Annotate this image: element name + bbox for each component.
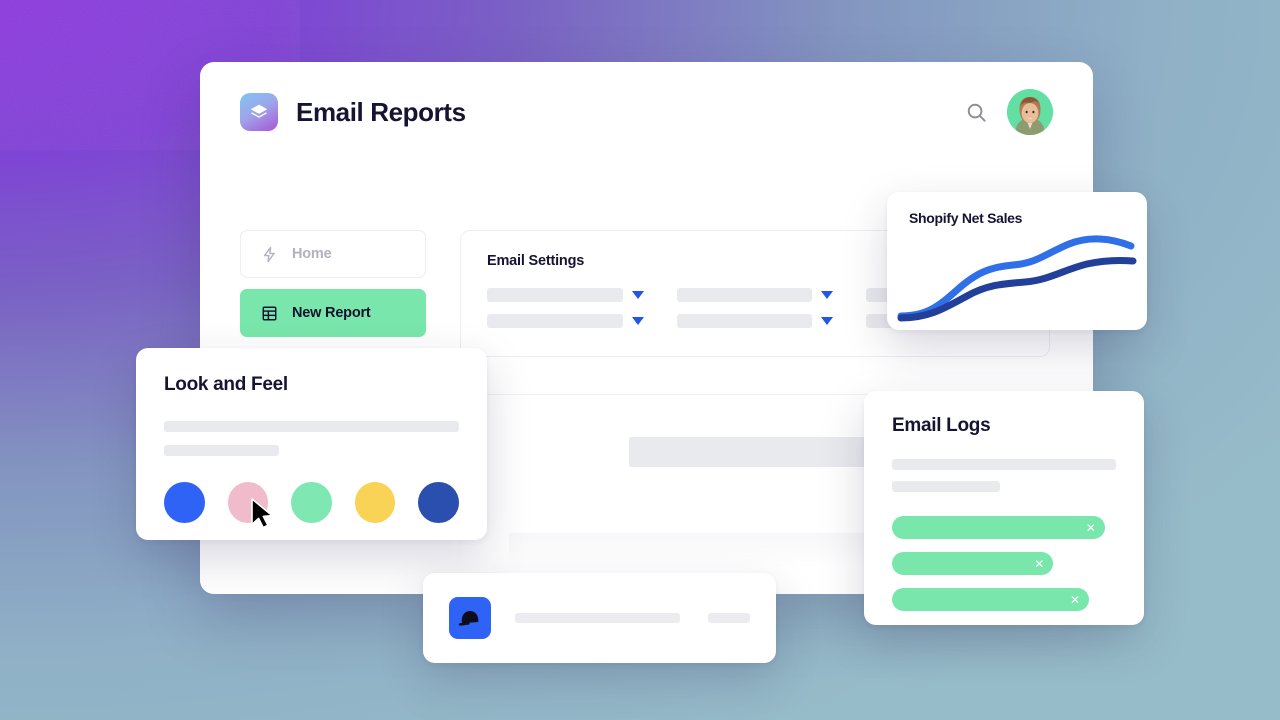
close-icon[interactable]: ✕ <box>1070 594 1080 606</box>
log-entry-row[interactable]: ✕ <box>892 552 1054 575</box>
search-icon[interactable] <box>963 99 989 125</box>
sparkline-svg <box>897 235 1137 322</box>
stacked-layers-icon <box>250 104 268 118</box>
sidebar-item-label: Home <box>292 246 332 262</box>
chevron-down-icon[interactable] <box>631 291 644 299</box>
log-entry-row[interactable]: ✕ <box>892 516 1105 539</box>
close-icon[interactable]: ✕ <box>1034 558 1044 570</box>
integration-card <box>423 573 776 663</box>
user-avatar-image <box>1007 89 1053 135</box>
close-icon[interactable]: ✕ <box>1086 522 1096 534</box>
app-logo <box>240 93 278 131</box>
placeholder-bar <box>892 481 1000 492</box>
settings-field[interactable] <box>487 288 644 302</box>
sparkline-chart <box>887 232 1147 324</box>
avatar[interactable] <box>1007 89 1053 135</box>
shopify-net-sales-card: Shopify Net Sales <box>887 192 1147 330</box>
color-swatch-yellow[interactable] <box>354 482 396 523</box>
placeholder-bar <box>164 445 280 456</box>
chevron-down-icon[interactable] <box>821 291 834 299</box>
field-placeholder-bar <box>676 288 813 302</box>
sidebar-item-new-report[interactable]: New Report <box>240 289 426 337</box>
chevron-down-icon[interactable] <box>821 317 834 325</box>
look-and-feel-card: Look and Feel <box>136 348 487 540</box>
field-placeholder-bar <box>487 288 623 302</box>
email-logs-card: Email Logs ✕ ✕ ✕ <box>864 391 1144 625</box>
settings-field[interactable] <box>676 288 834 302</box>
logs-placeholder-bars <box>892 459 1116 492</box>
lightning-bolt-icon <box>260 245 278 263</box>
page-title: Email Reports <box>296 96 466 127</box>
field-placeholder-bar <box>676 314 813 328</box>
card-title: Email Logs <box>892 415 991 436</box>
field-placeholder-bar <box>487 314 623 328</box>
series-net-sales <box>897 235 1135 320</box>
color-swatch-pink[interactable] <box>227 482 269 523</box>
placeholder-bar <box>164 421 459 432</box>
baseball-cap-icon <box>449 597 491 639</box>
settings-field[interactable] <box>676 314 834 328</box>
settings-field[interactable] <box>487 314 644 328</box>
app-header: Email Reports <box>200 62 1093 162</box>
placeholder-bar <box>708 613 750 623</box>
header-actions <box>963 89 1053 135</box>
baseball-cap-glyph <box>458 610 479 626</box>
color-swatch-blue[interactable] <box>164 482 205 523</box>
look-placeholder-bars <box>164 421 459 456</box>
placeholder-block <box>629 437 879 467</box>
chevron-down-icon[interactable] <box>631 317 644 325</box>
sidebar-item-label: New Report <box>292 305 371 321</box>
color-swatch-list <box>164 482 459 523</box>
color-swatch-mint[interactable] <box>291 482 332 523</box>
sidebar-item-home[interactable]: Home <box>240 230 426 278</box>
log-entry-list: ✕ ✕ ✕ <box>892 516 1116 611</box>
series-previous-period <box>897 256 1137 322</box>
screenshot-stage: Email Reports Home New Report Email Sett… <box>0 0 1280 720</box>
integration-placeholder-bars <box>515 613 750 623</box>
card-title: Shopify Net Sales <box>909 210 1023 226</box>
placeholder-bar <box>892 459 1116 470</box>
placeholder-bar <box>515 613 680 623</box>
color-swatch-navy[interactable] <box>418 482 459 523</box>
table-grid-icon <box>260 304 278 322</box>
log-entry-row[interactable]: ✕ <box>892 588 1090 611</box>
card-title: Look and Feel <box>164 374 288 395</box>
